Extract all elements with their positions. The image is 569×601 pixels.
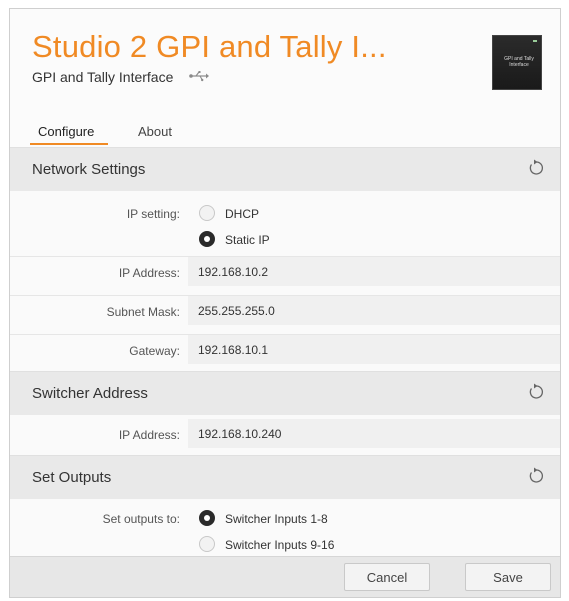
ip-address-field[interactable]: 192.168.10.2 — [188, 257, 560, 286]
usb-icon — [188, 69, 210, 85]
subnet-mask-label: Subnet Mask: — [106, 305, 180, 319]
settings-window: Studio 2 GPI and Tally I... GPI and Tall… — [9, 8, 561, 598]
subnet-mask-value: 255.255.255.0 — [198, 304, 275, 318]
static-ip-radio[interactable] — [199, 231, 215, 247]
tab-about[interactable]: About — [138, 124, 172, 139]
section-title: Set Outputs — [32, 469, 112, 486]
switcher-inputs-9-16-radio[interactable] — [199, 536, 215, 552]
thumbnail-text: GPI and Tally Interface — [504, 56, 534, 68]
tab-configure[interactable]: Configure — [38, 124, 94, 139]
dhcp-label: DHCP — [225, 207, 260, 221]
device-subtitle: GPI and Tally Interface — [32, 69, 174, 85]
reset-icon[interactable] — [526, 466, 546, 486]
subnet-mask-field[interactable]: 255.255.255.0 — [188, 296, 560, 325]
footer: Cancel Save — [10, 556, 560, 597]
ip-address-value: 192.168.10.2 — [198, 265, 269, 279]
switcher-inputs-1-8-label: Switcher Inputs 1-8 — [225, 512, 328, 526]
reset-icon[interactable] — [526, 382, 546, 402]
switcher-inputs-9-16-label: Switcher Inputs 9-16 — [225, 538, 335, 552]
ip-setting-label: IP setting: — [126, 207, 180, 221]
switcher-ip-address-value: 192.168.10.240 — [198, 427, 282, 441]
reset-icon[interactable] — [526, 158, 546, 178]
gateway-value: 192.168.10.1 — [198, 343, 269, 357]
cancel-button[interactable]: Cancel — [344, 563, 430, 591]
section-title: Switcher Address — [32, 385, 148, 402]
gateway-label: Gateway: — [129, 344, 180, 358]
tab-bar: Configure About — [10, 119, 560, 147]
dhcp-radio[interactable] — [199, 205, 215, 221]
gateway-field[interactable]: 192.168.10.1 — [188, 335, 560, 364]
set-outputs-label: Set outputs to: — [102, 512, 180, 526]
switcher-ip-address-label: IP Address: — [118, 428, 180, 442]
header: Studio 2 GPI and Tally I... GPI and Tall… — [10, 9, 560, 147]
switcher-ip-address-field[interactable]: 192.168.10.240 — [188, 419, 560, 448]
device-title: Studio 2 GPI and Tally I... — [32, 29, 387, 64]
switcher-inputs-1-8-radio[interactable] — [199, 510, 215, 526]
static-ip-label: Static IP — [225, 233, 270, 247]
active-tab-indicator — [30, 143, 108, 145]
section-switcher-address: Switcher Address — [10, 371, 560, 415]
section-set-outputs: Set Outputs — [10, 455, 560, 499]
section-network-settings: Network Settings — [10, 147, 560, 191]
save-button[interactable]: Save — [465, 563, 551, 591]
device-thumbnail: GPI and Tally Interface — [492, 35, 542, 90]
ip-address-label: IP Address: — [118, 266, 180, 280]
section-title: Network Settings — [32, 161, 146, 178]
status-led — [533, 40, 537, 42]
